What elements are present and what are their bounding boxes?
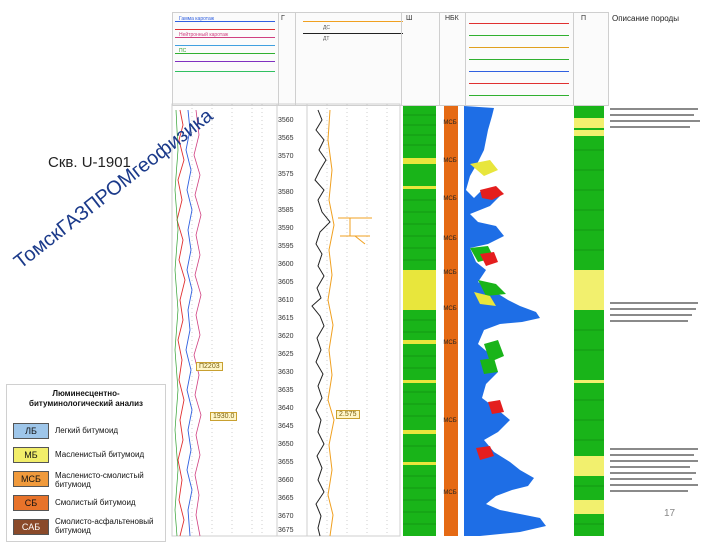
- lum-code: МСБ: [443, 270, 457, 276]
- legend-swatch-mb: МБ: [13, 447, 49, 463]
- annotation-marker-3: 2.575: [336, 410, 360, 419]
- lum-code: МСБ: [443, 196, 457, 202]
- depth-tick: 3600: [278, 261, 294, 268]
- lum-code: МСБ: [443, 120, 457, 126]
- depth-tick: 3650: [278, 441, 294, 448]
- lum-code: МСБ: [443, 306, 457, 312]
- lum-code: МСБ: [443, 490, 457, 496]
- legend-swatch-sab: САБ: [13, 519, 49, 535]
- depth-tick: 3615: [278, 315, 294, 322]
- legend: Люминесцентно-битуминологический анализ …: [6, 384, 166, 542]
- depth-tick: 3630: [278, 369, 294, 376]
- depth-tick: 3620: [278, 333, 294, 340]
- annotation-marker-2: 1930.0: [210, 412, 238, 421]
- legend-label-sab: Смолисто-асфальтеновый битумоид: [55, 517, 154, 535]
- depth-tick: 3610: [278, 297, 294, 304]
- legend-swatch-lb: ЛБ: [13, 423, 49, 439]
- legend-swatch-sb: СБ: [13, 495, 49, 511]
- depth-tick: 3660: [278, 477, 294, 484]
- depth-tick: 3665: [278, 495, 294, 502]
- depth-tick: 3625: [278, 351, 294, 358]
- depth-tick: 3595: [278, 243, 294, 250]
- legend-swatch-msb: МСБ: [13, 471, 49, 487]
- depth-tick: 3565: [278, 135, 294, 142]
- annotation-marker-1: П2203: [196, 362, 223, 371]
- lum-code: МСБ: [443, 418, 457, 424]
- depth-tick: 3570: [278, 153, 294, 160]
- lum-code: МСБ: [443, 340, 457, 346]
- depth-tick: 3645: [278, 423, 294, 430]
- depth-tick: 3670: [278, 513, 294, 520]
- legend-label-sb: Смолистый битумоид: [55, 498, 136, 507]
- legend-title: Люминесцентно-битуминологический анализ: [29, 389, 143, 408]
- legend-label-lb: Легкий битумоид: [55, 426, 119, 435]
- lum-code: МСБ: [443, 236, 457, 242]
- page-number: 17: [664, 508, 676, 519]
- depth-tick: 3560: [278, 117, 294, 124]
- lum-code: МСБ: [443, 158, 457, 164]
- depth-tick: 3575: [278, 171, 294, 178]
- well-title: Скв. U-1901: [48, 154, 131, 171]
- depth-tick: 3585: [278, 207, 294, 214]
- legend-label-msb: Масленисто-смолистый битумоид: [55, 471, 144, 489]
- depth-tick: 3675: [278, 527, 294, 534]
- description-notes: [610, 108, 700, 492]
- depth-tick: 3640: [278, 405, 294, 412]
- depth-tick: 3590: [278, 225, 294, 232]
- description-note-lines: [610, 108, 700, 492]
- depth-tick: 3655: [278, 459, 294, 466]
- depth-tick: 3580: [278, 189, 294, 196]
- depth-tick: 3635: [278, 387, 294, 394]
- depth-tick: 3605: [278, 279, 294, 286]
- legend-label-mb: Масленистый битумоид: [55, 450, 145, 459]
